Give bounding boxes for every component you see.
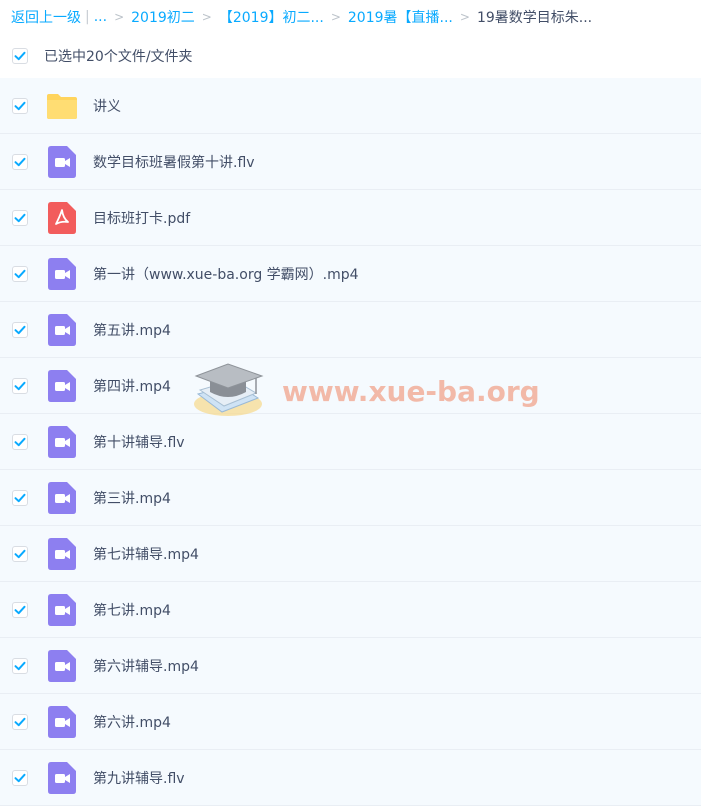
select-all-checkbox[interactable] <box>12 48 28 64</box>
file-row[interactable]: 目标班打卡.pdf <box>0 190 701 246</box>
file-name[interactable]: 第十讲辅导.flv <box>93 432 185 452</box>
file-name[interactable]: 讲义 <box>93 96 121 116</box>
checkmark-icon <box>14 213 26 222</box>
breadcrumb-current: 19暑数学目标朱... <box>476 10 593 26</box>
checkmark-icon <box>14 493 26 502</box>
checkmark-icon <box>14 101 26 110</box>
file-name[interactable]: 第五讲.mp4 <box>93 320 171 340</box>
checkmark-icon <box>14 549 26 558</box>
chevron-right-icon: > <box>459 10 470 24</box>
file-checkbox[interactable] <box>12 657 28 674</box>
select-all-bar: 已选中20个文件/文件夹 <box>0 34 701 78</box>
file-name[interactable]: 数学目标班暑假第十讲.flv <box>93 152 255 172</box>
pdf-file-icon <box>46 201 78 234</box>
video-file-icon <box>46 649 78 682</box>
breadcrumb-ellipsis[interactable]: ... <box>94 9 107 25</box>
file-name[interactable]: 第三讲.mp4 <box>93 488 171 508</box>
file-row[interactable]: 第一讲（www.xue-ba.org 学霸网）.mp4 <box>0 246 701 302</box>
back-link[interactable]: 返回上一级 <box>11 7 81 27</box>
file-row[interactable]: 第三讲.mp4 <box>0 470 701 526</box>
checkmark-icon <box>14 717 26 726</box>
file-name[interactable]: 目标班打卡.pdf <box>93 208 190 228</box>
checkmark-icon <box>14 773 26 782</box>
file-checkbox[interactable] <box>12 265 28 282</box>
file-checkbox[interactable] <box>12 601 28 618</box>
file-row[interactable]: 第四讲.mp4 <box>0 358 701 414</box>
file-row[interactable]: 数学目标班暑假第十讲.flv <box>0 134 701 190</box>
breadcrumb-divider: | <box>85 9 90 25</box>
file-row[interactable]: 第十讲辅导.flv <box>0 414 701 470</box>
video-file-icon <box>46 537 78 570</box>
checkmark-icon <box>14 269 26 278</box>
checkmark-icon <box>14 157 26 166</box>
breadcrumb-item[interactable]: 2019初二 <box>131 7 195 27</box>
file-checkbox[interactable] <box>12 209 28 226</box>
chevron-right-icon: > <box>201 10 212 24</box>
video-file-icon <box>46 761 78 794</box>
file-name[interactable]: 第六讲辅导.mp4 <box>93 656 199 676</box>
chevron-right-icon: > <box>330 10 341 24</box>
video-file-icon <box>46 705 78 738</box>
file-row[interactable]: 第六讲辅导.mp4 <box>0 638 701 694</box>
breadcrumb-item[interactable]: 2019暑【直播... <box>348 7 453 27</box>
video-file-icon <box>46 313 78 346</box>
file-checkbox[interactable] <box>12 489 28 506</box>
file-checkbox[interactable] <box>12 769 28 786</box>
breadcrumb: 返回上一级 | ... > 2019初二 > 【2019】初二... > 201… <box>0 0 701 34</box>
file-row[interactable]: 第六讲.mp4 <box>0 694 701 750</box>
file-name[interactable]: 第七讲.mp4 <box>93 600 171 620</box>
video-file-icon <box>46 257 78 290</box>
checkmark-icon <box>14 325 26 334</box>
video-file-icon <box>46 481 78 514</box>
file-name[interactable]: 第六讲.mp4 <box>93 712 171 732</box>
checkmark-icon <box>14 661 26 670</box>
checkmark-icon <box>14 437 26 446</box>
chevron-right-icon: > <box>114 10 125 24</box>
file-checkbox[interactable] <box>12 433 28 450</box>
checkmark-icon <box>14 51 26 61</box>
file-name[interactable]: 第四讲.mp4 <box>93 376 171 396</box>
file-checkbox[interactable] <box>12 321 28 338</box>
file-row[interactable]: 讲义 <box>0 78 701 134</box>
selection-count-label: 已选中20个文件/文件夹 <box>44 49 193 65</box>
file-list: 讲义数学目标班暑假第十讲.flv 目标班打卡.pdf 第一讲（www.xue-ba.… <box>0 78 701 806</box>
file-row[interactable]: 第七讲辅导.mp4 <box>0 526 701 582</box>
file-checkbox[interactable] <box>12 153 28 170</box>
file-checkbox[interactable] <box>12 97 28 114</box>
folder-icon <box>46 90 78 122</box>
file-name[interactable]: 第九讲辅导.flv <box>93 768 185 788</box>
breadcrumb-item[interactable]: 【2019】初二... <box>219 7 324 27</box>
file-checkbox[interactable] <box>12 713 28 730</box>
file-row[interactable]: 第五讲.mp4 <box>0 302 701 358</box>
video-file-icon <box>46 369 78 402</box>
checkmark-icon <box>14 605 26 614</box>
video-file-icon <box>46 145 78 178</box>
file-checkbox[interactable] <box>12 545 28 562</box>
file-checkbox[interactable] <box>12 377 28 394</box>
file-row[interactable]: 第七讲.mp4 <box>0 582 701 638</box>
video-file-icon <box>46 593 78 626</box>
file-name[interactable]: 第七讲辅导.mp4 <box>93 544 199 564</box>
file-row[interactable]: 第九讲辅导.flv <box>0 750 701 806</box>
file-name[interactable]: 第一讲（www.xue-ba.org 学霸网）.mp4 <box>93 264 359 284</box>
checkmark-icon <box>14 381 26 390</box>
video-file-icon <box>46 425 78 458</box>
